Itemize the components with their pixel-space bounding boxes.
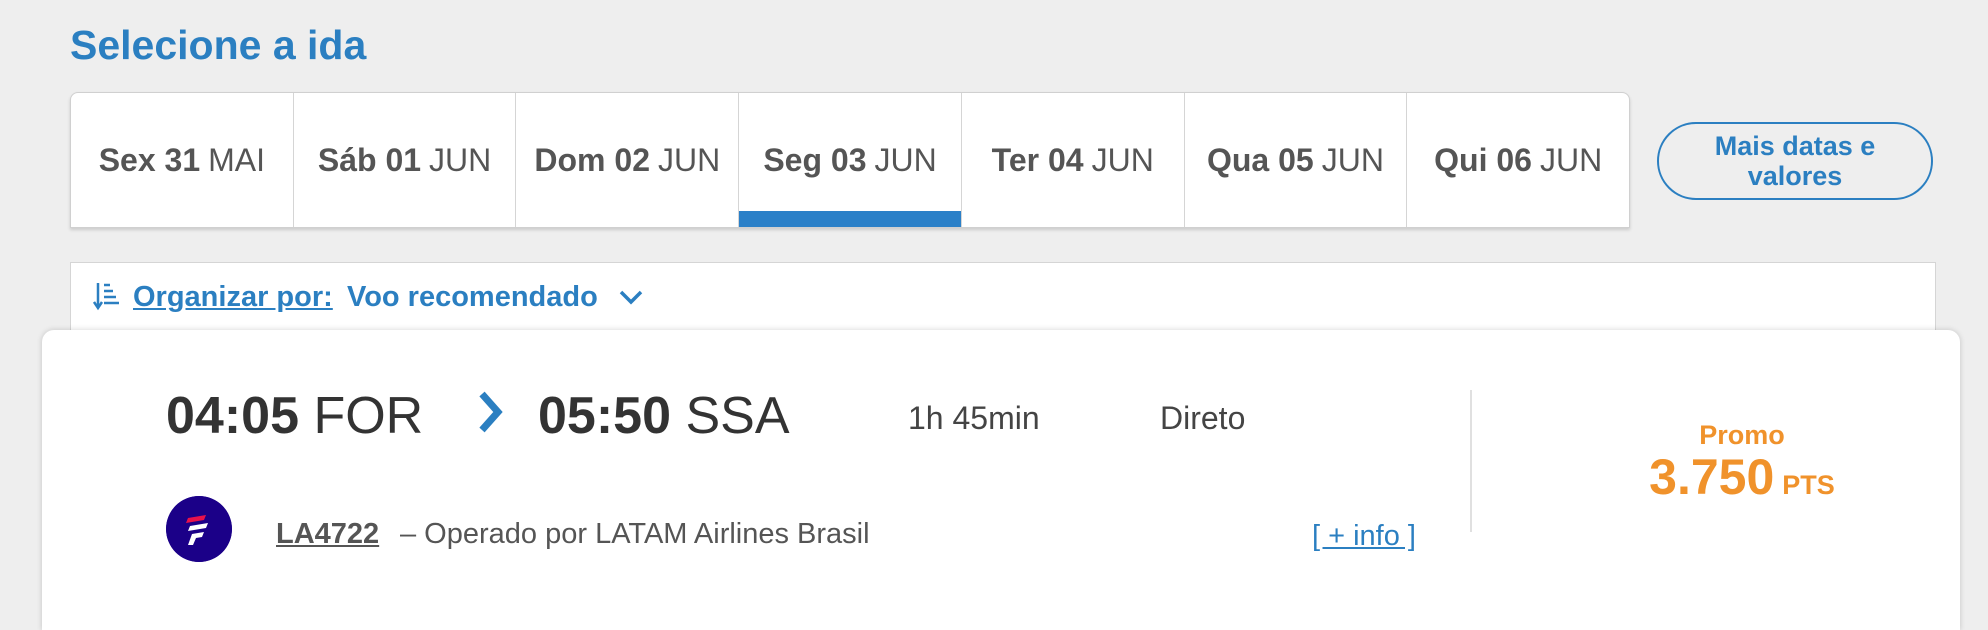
date-tab-month: JUN [1539, 141, 1603, 178]
sort-bar: Organizar por: Voo recomendado [70, 262, 1936, 336]
price-unit: PTS [1782, 470, 1835, 500]
latam-logo-icon [166, 496, 232, 562]
more-dates-button[interactable]: Mais datas e valores [1657, 122, 1933, 200]
page-title: Selecione a ida [70, 22, 367, 68]
price[interactable]: 3.750 PTS [1602, 448, 1882, 506]
date-tab-day: Seg 03 [763, 141, 867, 178]
sort-value[interactable]: Voo recomendado [347, 281, 598, 314]
date-tab[interactable]: Qua 05 JUN [1185, 93, 1408, 227]
price-amount: 3.750 [1649, 449, 1775, 505]
more-info-link[interactable]: [ + info ] [1312, 520, 1416, 553]
date-tab-month: JUN [1091, 141, 1154, 178]
date-tab-month: JUN [874, 141, 937, 178]
date-tab-day: Dom 02 [534, 141, 650, 178]
date-tab-day: Qua 05 [1206, 141, 1314, 178]
fare-type: Promo [1699, 420, 1785, 450]
flight-stops: Direto [1160, 400, 1246, 436]
date-tab-day: Sáb 01 [317, 141, 422, 178]
departure-time: 04:05 [166, 387, 299, 445]
date-tab-day: Qui 06 [1434, 141, 1532, 178]
date-tab[interactable]: Sex 31 MAI [71, 93, 294, 227]
date-tab-month: MAI [208, 141, 266, 178]
flight-card[interactable]: 04:05 FOR 05:50 SSA 1h 45min Direto Prom… [42, 330, 1960, 630]
sort-icon [93, 283, 119, 311]
date-tab-day: Ter 04 [991, 141, 1084, 178]
arrival: 05:50 SSA [538, 386, 790, 446]
arrival-time: 05:50 [538, 387, 671, 445]
sort-by-link[interactable]: Organizar por: [133, 281, 333, 314]
date-tab[interactable]: Dom 02 JUN [516, 93, 740, 227]
chevron-down-icon[interactable] [617, 283, 645, 311]
operator-text: – Operado por LATAM Airlines Brasil [400, 518, 870, 550]
date-tab[interactable]: Sáb 01 JUN [294, 93, 517, 227]
divider [1470, 390, 1472, 532]
date-tab-day: Sex 31 [98, 141, 201, 178]
chevron-right-icon [479, 391, 503, 433]
flight-number-link[interactable]: LA4722 [276, 518, 379, 551]
date-tab[interactable]: Qui 06 JUN [1407, 93, 1629, 227]
date-tab-month: JUN [429, 141, 492, 178]
date-tab-selected[interactable]: Seg 03 JUN [739, 93, 962, 227]
date-tab[interactable]: Ter 04 JUN [962, 93, 1185, 227]
date-tab-month: JUN [1321, 141, 1384, 178]
arrival-airport: SSA [685, 387, 790, 445]
departure-airport: FOR [313, 387, 424, 445]
date-tab-month: JUN [657, 141, 721, 178]
departure: 04:05 FOR [166, 386, 423, 446]
flight-duration: 1h 45min [908, 400, 1040, 436]
date-tabs: Sex 31 MAI Sáb 01 JUN Dom 02 JUN Seg 03 … [70, 92, 1630, 228]
